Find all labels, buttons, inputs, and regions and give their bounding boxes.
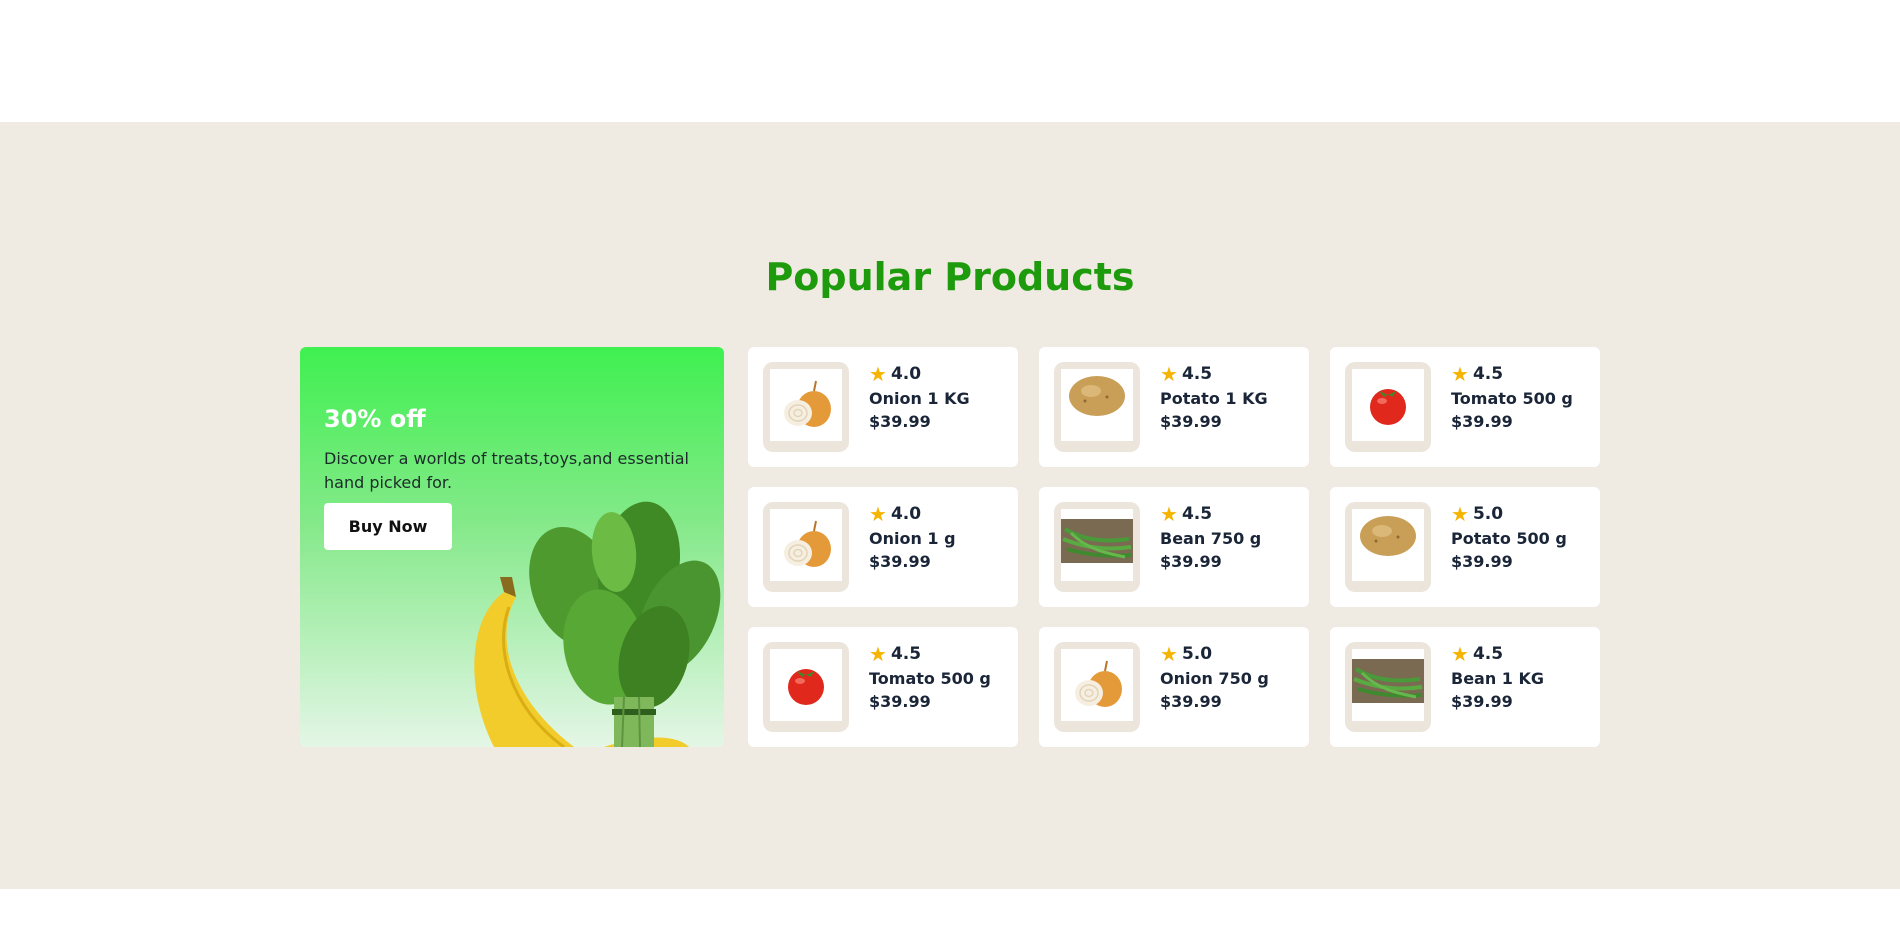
product-price: $39.99 <box>869 412 931 431</box>
product-card[interactable]: ★ 5.0 Potato 500 g $39.99 <box>1330 487 1600 607</box>
star-icon: ★ <box>1160 502 1178 526</box>
product-price: $39.99 <box>1160 412 1222 431</box>
product-name[interactable]: Bean 750 g <box>1160 529 1261 548</box>
product-image-frame[interactable] <box>1345 502 1431 592</box>
product-rating: 5.0 <box>1181 644 1213 664</box>
product-image-frame[interactable] <box>1345 362 1431 452</box>
product-card[interactable]: ★ 4.5 Tomato 500 g $39.99 <box>748 627 1018 747</box>
product-image-frame[interactable] <box>1054 362 1140 452</box>
product-image-frame[interactable] <box>1054 642 1140 732</box>
product-rating: 4.0 <box>890 504 922 524</box>
product-image-frame[interactable] <box>763 362 849 452</box>
product-price: $39.99 <box>1451 412 1513 431</box>
product-rating: 4.5 <box>890 644 922 664</box>
product-image-frame[interactable] <box>763 642 849 732</box>
product-image-frame[interactable] <box>763 502 849 592</box>
potato-image <box>1352 509 1424 581</box>
promo-banner: 30% off Discover a worlds of treats,toys… <box>300 347 724 747</box>
star-icon: ★ <box>1451 642 1469 666</box>
product-rating: 4.5 <box>1472 364 1504 384</box>
product-name[interactable]: Tomato 500 g <box>1451 389 1573 408</box>
product-rating: 4.5 <box>1472 644 1504 664</box>
product-name[interactable]: Onion 750 g <box>1160 669 1269 688</box>
product-image-frame[interactable] <box>1054 502 1140 592</box>
product-price: $39.99 <box>869 692 931 711</box>
star-icon: ★ <box>1160 642 1178 666</box>
bean-image <box>1061 509 1133 581</box>
product-card[interactable]: ★ 4.0 Onion 1 KG $39.99 <box>748 347 1018 467</box>
product-price: $39.99 <box>869 552 931 571</box>
product-name[interactable]: Onion 1 g <box>869 529 956 548</box>
product-name[interactable]: Onion 1 KG <box>869 389 970 408</box>
star-icon: ★ <box>869 362 887 386</box>
product-price: $39.99 <box>1160 552 1222 571</box>
product-price: $39.99 <box>1160 692 1222 711</box>
tomato-image <box>770 649 842 721</box>
buy-now-button[interactable]: Buy Now <box>324 503 452 550</box>
star-icon: ★ <box>1451 362 1469 386</box>
product-rating: 4.0 <box>890 364 922 384</box>
product-card[interactable]: ★ 4.5 Bean 750 g $39.99 <box>1039 487 1309 607</box>
star-icon: ★ <box>869 502 887 526</box>
potato-image <box>1061 369 1133 441</box>
product-rating: 5.0 <box>1472 504 1504 524</box>
product-name[interactable]: Potato 1 KG <box>1160 389 1268 408</box>
onion-image <box>770 369 842 441</box>
product-card[interactable]: ★ 5.0 Onion 750 g $39.99 <box>1039 627 1309 747</box>
product-name[interactable]: Tomato 500 g <box>869 669 991 688</box>
product-card[interactable]: ★ 4.5 Tomato 500 g $39.99 <box>1330 347 1600 467</box>
promo-title: 30% off <box>324 405 426 433</box>
bean-image <box>1352 649 1424 721</box>
product-card[interactable]: ★ 4.5 Potato 1 KG $39.99 <box>1039 347 1309 467</box>
product-card[interactable]: ★ 4.0 Onion 1 g $39.99 <box>748 487 1018 607</box>
product-image-frame[interactable] <box>1345 642 1431 732</box>
product-price: $39.99 <box>1451 692 1513 711</box>
star-icon: ★ <box>1160 362 1178 386</box>
section-title: Popular Products <box>765 255 1135 299</box>
star-icon: ★ <box>869 642 887 666</box>
star-icon: ★ <box>1451 502 1469 526</box>
promo-description: Discover a worlds of treats,toys,and ess… <box>324 449 689 492</box>
product-price: $39.99 <box>1451 552 1513 571</box>
product-rating: 4.5 <box>1181 364 1213 384</box>
tomato-image <box>1352 369 1424 441</box>
product-card[interactable]: ★ 4.5 Bean 1 KG $39.99 <box>1330 627 1600 747</box>
product-name[interactable]: Bean 1 KG <box>1451 669 1544 688</box>
onion-image <box>770 509 842 581</box>
product-rating: 4.5 <box>1181 504 1213 524</box>
banana-spinach-image <box>474 501 721 747</box>
onion-image <box>1061 649 1133 721</box>
product-name[interactable]: Potato 500 g <box>1451 529 1567 548</box>
